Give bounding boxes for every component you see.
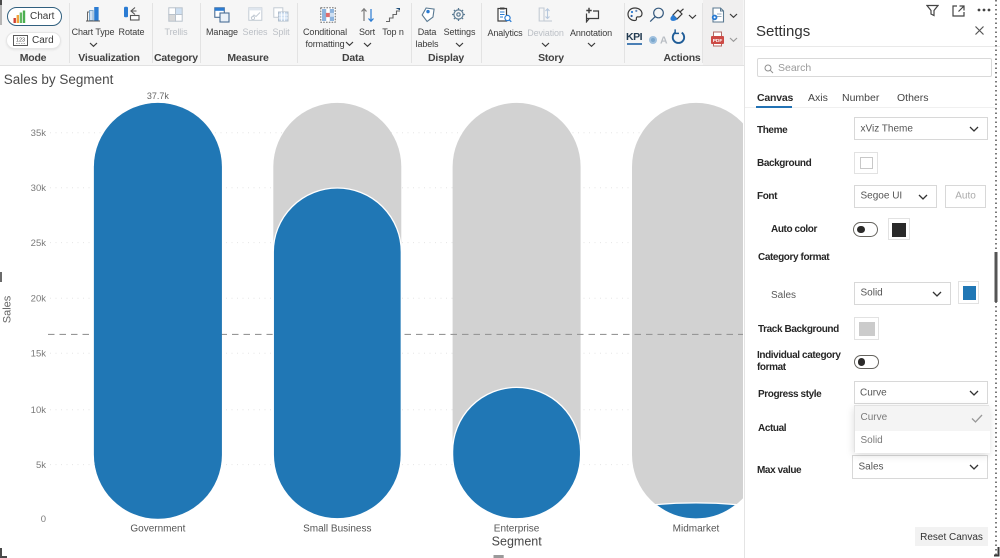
svg-text:123: 123 xyxy=(16,38,25,44)
svg-text:10k: 10k xyxy=(31,405,47,416)
svg-text:20k: 20k xyxy=(31,294,47,305)
svg-text:37.7k: 37.7k xyxy=(147,91,170,101)
svg-text:Segment: Segment xyxy=(492,535,543,549)
svg-text:Midmarket: Midmarket xyxy=(673,524,720,535)
svg-text:Small Business: Small Business xyxy=(303,524,371,535)
svg-text:PDF: PDF xyxy=(713,38,723,44)
svg-text:A: A xyxy=(660,35,668,45)
svg-text:30k: 30k xyxy=(31,183,47,194)
svg-text:15k: 15k xyxy=(31,349,47,360)
svg-text:35k: 35k xyxy=(31,128,47,139)
svg-text:Government: Government xyxy=(130,524,185,535)
svg-text:Enterprise: Enterprise xyxy=(494,524,540,535)
svg-text:0: 0 xyxy=(41,514,46,525)
svg-text:Sales by Segment: Sales by Segment xyxy=(4,72,114,87)
svg-text:Sales: Sales xyxy=(2,295,14,323)
svg-text:5k: 5k xyxy=(36,460,46,471)
svg-text:25k: 25k xyxy=(31,238,47,249)
